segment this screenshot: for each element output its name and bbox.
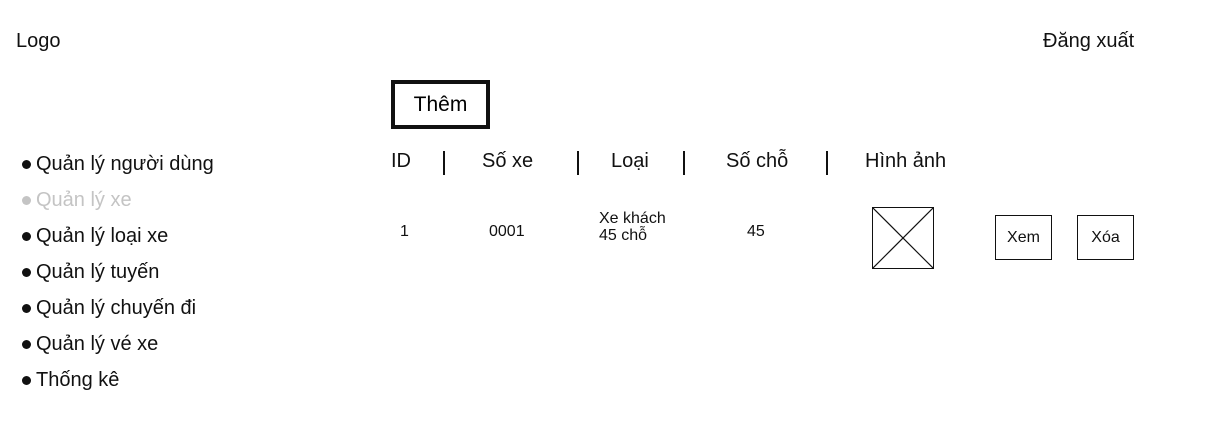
image-placeholder-icon [872, 207, 934, 269]
bullet-icon [22, 195, 31, 205]
sidebar-item-routes[interactable]: Quản lý tuyến [22, 254, 214, 290]
sidebar-item-trips[interactable]: Quản lý chuyến đi [22, 290, 214, 326]
bullet-icon [22, 375, 31, 385]
cell-type-line: Xe khách [599, 210, 666, 227]
bullet-icon [22, 231, 31, 241]
bullet-icon [22, 267, 31, 277]
sidebar-item-label: Quản lý xe [36, 188, 132, 211]
sidebar-item-label: Quản lý người dùng [36, 152, 214, 175]
column-header-seats: Số chỗ [726, 150, 789, 172]
bullet-icon [22, 339, 31, 349]
column-divider [577, 151, 579, 175]
column-header-type: Loại [611, 150, 649, 172]
sidebar-item-users[interactable]: Quản lý người dùng [22, 146, 214, 182]
sidebar-menu: Quản lý người dùng Quản lý xe Quản lý lo… [22, 146, 214, 398]
cell-seats: 45 [747, 223, 765, 240]
sidebar-item-statistics[interactable]: Thống kê [22, 362, 214, 398]
column-divider [683, 151, 685, 175]
logout-link[interactable]: Đăng xuất [1043, 30, 1134, 53]
sidebar-item-label: Quản lý vé xe [36, 332, 159, 355]
cell-type: Xe khách 45 chỗ [599, 210, 666, 244]
column-header-plate: Số xe [482, 150, 534, 172]
cell-id: 1 [400, 223, 409, 240]
bullet-icon [22, 303, 31, 313]
cell-type-line: 45 chỗ [599, 227, 648, 244]
column-header-id: ID [391, 150, 411, 172]
page: Logo Đăng xuất Thêm Quản lý người dùng Q… [0, 0, 1216, 422]
sidebar-item-label: Thống kê [36, 368, 120, 391]
sidebar-item-label: Quản lý chuyến đi [36, 296, 197, 319]
add-button[interactable]: Thêm [391, 80, 490, 129]
sidebar-item-tickets[interactable]: Quản lý vé xe [22, 326, 214, 362]
sidebar-item-vehicles[interactable]: Quản lý xe [22, 182, 214, 218]
sidebar-item-vehicle-types[interactable]: Quản lý loại xe [22, 218, 214, 254]
column-divider [443, 151, 445, 175]
view-button[interactable]: Xem [995, 215, 1052, 260]
delete-button[interactable]: Xóa [1077, 215, 1134, 260]
column-header-image: Hình ảnh [865, 150, 947, 172]
sidebar-item-label: Quản lý loại xe [36, 224, 169, 247]
sidebar-item-label: Quản lý tuyến [36, 260, 160, 283]
column-divider [826, 151, 828, 175]
bullet-icon [22, 159, 31, 169]
logo: Logo [16, 30, 61, 52]
cell-plate: 0001 [489, 223, 525, 240]
